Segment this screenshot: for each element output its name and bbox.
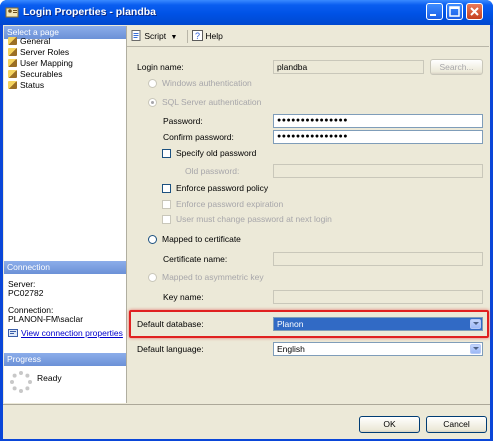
confirm-password-field[interactable]: ●●●●●●●●●●●●●●● (273, 130, 483, 144)
toolbar-separator (187, 30, 188, 43)
view-connection-properties-link[interactable]: View connection properties (21, 328, 123, 338)
mapped-certificate-radio[interactable] (148, 235, 157, 244)
toolbar-divider (127, 46, 489, 47)
page-icon (8, 59, 17, 67)
default-language-label: Default language: (137, 344, 204, 354)
default-database-highlight (129, 310, 489, 338)
default-language-select[interactable]: English (273, 342, 483, 356)
login-properties-window: Login Properties - plandba Select a page… (0, 0, 493, 441)
mapped-certificate-label: Mapped to certificate (162, 234, 241, 244)
minimize-button[interactable] (426, 3, 443, 20)
must-change-label: User must change password at next login (176, 214, 332, 224)
confirm-password-label: Confirm password: (163, 132, 234, 142)
window-title: Login Properties - plandba (23, 6, 157, 18)
help-label: Help (205, 31, 223, 41)
dialog-button-bar: OK Cancel (3, 404, 490, 439)
login-name-field[interactable]: plandba (273, 60, 424, 74)
old-password-label: Old password: (185, 166, 240, 176)
general-page-panel: Script ▼ ? Help Login name: plandba Sear… (127, 26, 489, 403)
page-icon (8, 48, 17, 56)
enforce-policy-label: Enforce password policy (176, 183, 269, 193)
page-icon (8, 37, 17, 45)
connection-properties-icon (8, 329, 18, 337)
page-status[interactable]: Status (8, 80, 44, 91)
password-label: Password: (163, 116, 203, 126)
key-name-label: Key name: (163, 292, 204, 302)
specify-old-password-checkbox[interactable] (162, 149, 171, 158)
maximize-button[interactable] (446, 3, 463, 20)
mapped-asymmetric-radio[interactable] (148, 273, 157, 282)
old-password-field[interactable] (273, 164, 483, 178)
enforce-expiration-label: Enforce password expiration (176, 199, 284, 209)
close-button[interactable] (466, 3, 483, 20)
enforce-policy-checkbox[interactable] (162, 184, 171, 193)
specify-old-password-label: Specify old password (176, 148, 257, 158)
svg-text:?: ? (195, 31, 200, 41)
certificate-name-label: Certificate name: (163, 254, 228, 264)
login-name-label: Login name: (137, 62, 184, 72)
progress-header: Progress (4, 353, 126, 366)
ok-button[interactable]: OK (359, 416, 420, 433)
sql-auth-radio[interactable] (148, 98, 157, 107)
sql-auth-label: SQL Server authentication (162, 97, 262, 107)
default-language-value: English (277, 344, 305, 354)
left-panel: Select a page General Server Roles User … (4, 26, 127, 403)
dialog-client: Select a page General Server Roles User … (3, 25, 490, 439)
chevron-down-icon[interactable]: ▼ (170, 34, 177, 41)
minimize-icon (430, 14, 436, 16)
progress-spinner-icon (10, 371, 32, 393)
connection-header: Connection (4, 261, 126, 274)
help-icon: ? (192, 30, 203, 41)
script-icon (131, 30, 141, 41)
connection-value: PLANON-FM\saclar (8, 314, 84, 324)
key-name-select[interactable] (273, 290, 483, 304)
script-button[interactable]: Script ▼ (131, 29, 177, 43)
script-label: Script (144, 31, 167, 41)
title-bar[interactable]: Login Properties - plandba (0, 0, 493, 25)
progress-status: Ready (37, 373, 62, 383)
chevron-down-icon[interactable] (470, 344, 481, 354)
windows-auth-radio[interactable] (148, 79, 157, 88)
page-user-mapping[interactable]: User Mapping (8, 58, 73, 69)
page-icon (8, 70, 17, 78)
search-button[interactable]: Search... (430, 59, 483, 75)
password-field[interactable]: ●●●●●●●●●●●●●●● (273, 114, 483, 128)
server-value: PC02782 (8, 288, 44, 298)
page-server-roles[interactable]: Server Roles (8, 47, 69, 58)
login-user-icon (5, 7, 19, 18)
must-change-checkbox[interactable] (162, 215, 171, 224)
page-general[interactable]: General (8, 36, 50, 47)
maximize-icon (449, 6, 460, 17)
close-icon (470, 7, 479, 16)
page-securables[interactable]: Securables (8, 69, 63, 80)
windows-auth-label: Windows authentication (162, 78, 252, 88)
enforce-expiration-checkbox[interactable] (162, 200, 171, 209)
mapped-asymmetric-label: Mapped to asymmetric key (162, 272, 264, 282)
cancel-button[interactable]: Cancel (426, 416, 487, 433)
help-button[interactable]: ? Help (192, 29, 223, 43)
certificate-name-select[interactable] (273, 252, 483, 266)
page-icon (8, 81, 17, 89)
